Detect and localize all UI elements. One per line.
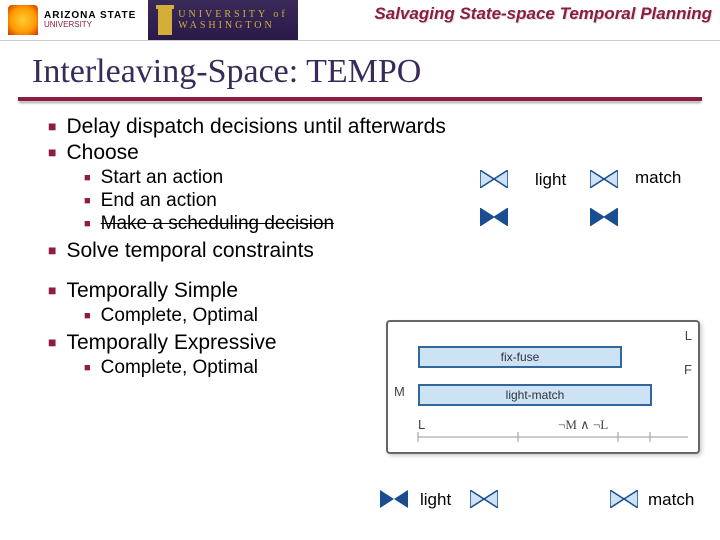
uw-line1: UNIVERSITY of xyxy=(178,9,287,20)
label-F: F xyxy=(684,362,692,377)
bowtie-icon xyxy=(610,490,638,508)
bullet-delay: Delay dispatch decisions until afterward… xyxy=(48,115,720,139)
diagram-top: light match xyxy=(480,170,690,240)
label-match-bottom: match xyxy=(648,490,694,510)
bowtie-icon xyxy=(590,208,618,226)
label-light: light xyxy=(535,170,566,190)
label-L2: L xyxy=(418,417,425,432)
uw-pillar-icon xyxy=(158,5,172,35)
label-light-bottom: light xyxy=(420,490,451,510)
asu-logo: ARIZONA STATE UNIVERSITY xyxy=(0,0,136,40)
bowtie-icon xyxy=(470,490,498,508)
uw-line2: WASHINGTON xyxy=(178,20,287,31)
diagram-bottom: light match xyxy=(380,470,700,530)
bowtie-icon xyxy=(590,170,618,188)
label-match: match xyxy=(635,168,681,188)
page-title: Interleaving-Space: TEMPO xyxy=(0,41,720,97)
uw-logo: UNIVERSITY of WASHINGTON xyxy=(148,0,297,40)
label-notM-notL: ¬M ∧ ¬L xyxy=(558,417,608,433)
bar-light-match: light-match xyxy=(418,384,652,406)
diagram-timeline: L fix-fuse F M light-match L ¬M ∧ ¬L xyxy=(386,320,700,454)
asu-line2: UNIVERSITY xyxy=(44,21,136,30)
header-subtitle: Salvaging State-space Temporal Planning xyxy=(374,4,712,24)
bowtie-icon xyxy=(380,490,408,508)
asu-sun-icon xyxy=(8,5,38,35)
bowtie-icon xyxy=(480,170,508,188)
header-bar: ARIZONA STATE UNIVERSITY UNIVERSITY of W… xyxy=(0,0,720,41)
bullet-solve: Solve temporal constraints xyxy=(48,239,720,263)
bowtie-icon xyxy=(480,208,508,226)
title-underline xyxy=(18,97,702,101)
bar-fix-fuse: fix-fuse xyxy=(418,346,622,368)
label-M: M xyxy=(394,384,405,399)
label-L: L xyxy=(685,328,692,343)
